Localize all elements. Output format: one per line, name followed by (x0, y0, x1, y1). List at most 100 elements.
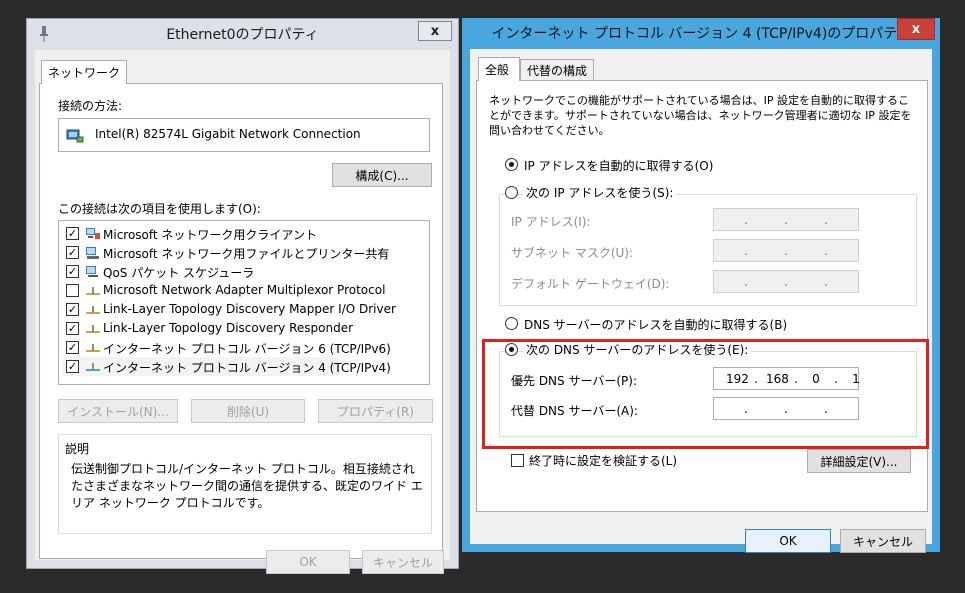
ethernet-properties-window: Ethernet0のプロパティ x ネットワーク 接続の方法: Intel(R)… (26, 18, 459, 574)
ip-manual-radio[interactable] (505, 186, 518, 199)
dns-auto-radio[interactable] (505, 317, 518, 330)
gateway-field[interactable]: ... (713, 270, 859, 293)
item-checkbox[interactable]: ✓ (66, 227, 79, 240)
alternate-dns-field[interactable]: ... (713, 397, 859, 420)
ip-separator: . (824, 274, 828, 289)
item-label: インターネット プロトコル バージョン 6 (TCP/IPv6) (103, 342, 391, 356)
left-window-titlebar[interactable]: Ethernet0のプロパティ (27, 19, 458, 49)
protocol-icon (86, 344, 100, 352)
items-label: この接続は次の項目を使用します(O): (58, 202, 261, 216)
file-printer-share-icon (86, 247, 99, 259)
right-cancel-button[interactable]: キャンセル (840, 529, 926, 553)
validate-label: 終了時に設定を検証する(L) (529, 454, 678, 468)
ip-separator: . (794, 371, 798, 386)
dns-auto-label: DNS サーバーのアドレスを自動的に取得する(B) (524, 318, 788, 332)
protocol-icon (86, 363, 100, 371)
item-checkbox[interactable]: ✓ (66, 341, 79, 354)
item-checkbox[interactable]: ✓ (66, 265, 79, 278)
ip-separator: . (824, 401, 828, 416)
right-window-client: 全般 代替の構成 ネットワークでこの機能がサポートされている場合は、IP 設定を… (470, 49, 932, 553)
dns-manual-radio[interactable] (505, 343, 518, 356)
protocol-icon (86, 287, 100, 295)
configure-button[interactable]: 構成(C)... (332, 163, 432, 187)
network-client-icon (86, 228, 100, 239)
list-item-selected[interactable]: ✓ インターネット プロトコル バージョン 4 (TCP/IPv4) (63, 357, 391, 376)
list-item[interactable]: ✓ Link-Layer Topology Discovery Mapper I… (63, 300, 425, 319)
dns-manual-label: 次の DNS サーバーのアドレスを使う(E): (523, 341, 752, 358)
item-checkbox[interactable] (66, 284, 79, 297)
install-button[interactable]: インストール(N)... (58, 399, 178, 423)
right-close-button[interactable]: x (897, 18, 935, 40)
tab-general[interactable]: 全般 (478, 57, 520, 81)
item-label: インターネット プロトコル バージョン 4 (TCP/IPv4) (103, 361, 391, 375)
item-checkbox[interactable]: ✓ (66, 246, 79, 259)
general-tab-panel: ネットワークでこの機能がサポートされている場合は、IP 設定を自動的に取得するこ… (476, 80, 928, 512)
list-item[interactable]: ✓ QoS パケット スケジューラ (63, 262, 425, 281)
dns-manual-group (499, 351, 917, 437)
ip-separator: . (744, 243, 748, 258)
list-item[interactable]: ✓ インターネット プロトコル バージョン 6 (TCP/IPv6) (63, 338, 425, 357)
ip-manual-label: 次の IP アドレスを使う(S): (523, 184, 677, 201)
list-item[interactable]: ✓ Microsoft ネットワーク用クライアント (63, 224, 425, 243)
ip-separator: . (824, 212, 828, 227)
preferred-dns-field[interactable]: 192. 168. 0. 1 (713, 367, 860, 390)
alternate-dns-label: 代替 DNS サーバー(A): (511, 404, 638, 418)
ip-separator: . (754, 371, 758, 386)
item-label: Link-Layer Topology Discovery Responder (103, 321, 354, 335)
item-checkbox[interactable]: ✓ (66, 322, 79, 335)
components-list[interactable]: ✓ Microsoft ネットワーク用クライアント ✓ Microsoft ネッ… (58, 220, 430, 385)
ip-auto-radio[interactable] (505, 158, 518, 171)
left-window-title: Ethernet0のプロパティ (166, 27, 319, 43)
tab-general-label: 全般 (485, 63, 510, 77)
list-item[interactable]: ✓ Link-Layer Topology Discovery Responde… (63, 319, 425, 338)
ip-separator: . (834, 371, 838, 386)
network-tab-panel: 接続の方法: Intel(R) 82574L Gigabit Network C… (39, 83, 443, 559)
list-item[interactable]: ✓ Microsoft ネットワーク用ファイルとプリンター共有 (63, 243, 425, 262)
ip-separator: . (784, 274, 788, 289)
ip-separator: . (784, 401, 788, 416)
dns-octet: 168 (766, 371, 789, 386)
properties-button[interactable]: プロパティ(R) (318, 399, 433, 423)
tab-network-label: ネットワーク (48, 66, 121, 80)
close-icon: x (430, 23, 440, 39)
adapter-name: Intel(R) 82574L Gigabit Network Connecti… (95, 127, 361, 141)
right-window-titlebar[interactable]: インターネット プロトコル バージョン 4 (TCP/IPv4)のプロパティ (462, 18, 940, 48)
ipv4-properties-window: インターネット プロトコル バージョン 4 (TCP/IPv4)のプロパティ x… (462, 18, 940, 553)
connect-using-label: 接続の方法: (58, 99, 123, 113)
tab-alternate-config[interactable]: 代替の構成 (520, 59, 595, 81)
ip-separator: . (744, 274, 748, 289)
tab-network[interactable]: ネットワーク (41, 60, 128, 84)
item-label: Microsoft ネットワーク用ファイルとプリンター共有 (103, 247, 390, 261)
ip-separator: . (744, 401, 748, 416)
close-icon: x (911, 21, 921, 37)
validate-checkbox[interactable] (511, 454, 524, 467)
item-label: Microsoft ネットワーク用クライアント (103, 228, 317, 242)
gateway-label: デフォルト ゲートウェイ(D): (511, 277, 670, 291)
network-adapter-icon (66, 129, 84, 143)
tab-alternate-label: 代替の構成 (527, 64, 588, 78)
left-close-button[interactable]: x (418, 21, 452, 41)
qos-scheduler-icon (86, 266, 98, 277)
right-window-title: インターネット プロトコル バージョン 4 (TCP/IPv4)のプロパティ (491, 26, 911, 42)
ip-address-field[interactable]: ... (713, 208, 859, 231)
item-checkbox[interactable]: ✓ (66, 360, 79, 373)
uninstall-button[interactable]: 削除(U) (191, 399, 305, 423)
item-checkbox[interactable]: ✓ (66, 303, 79, 316)
ip-auto-label: IP アドレスを自動的に取得する(O) (524, 159, 714, 173)
ip-separator: . (824, 243, 828, 258)
dns-octet: 192 (726, 371, 749, 386)
dns-octet: 1 (852, 371, 860, 386)
left-ok-button[interactable]: OK (266, 550, 350, 574)
preferred-dns-label: 優先 DNS サーバー(P): (511, 374, 637, 388)
right-ok-button[interactable]: OK (745, 529, 831, 553)
dns-octet: 0 (812, 371, 820, 386)
adapter-box: Intel(R) 82574L Gigabit Network Connecti… (58, 118, 430, 152)
protocol-icon (86, 325, 100, 333)
list-item[interactable]: Microsoft Network Adapter Multiplexor Pr… (63, 281, 425, 300)
advanced-button[interactable]: 詳細設定(V)... (807, 449, 911, 473)
ip-separator: . (784, 212, 788, 227)
left-window-client: ネットワーク 接続の方法: Intel(R) 82574L Gigabit Ne… (35, 50, 450, 574)
left-cancel-button[interactable]: キャンセル (362, 550, 444, 574)
subnet-field[interactable]: ... (713, 239, 859, 262)
ip-separator: . (784, 243, 788, 258)
